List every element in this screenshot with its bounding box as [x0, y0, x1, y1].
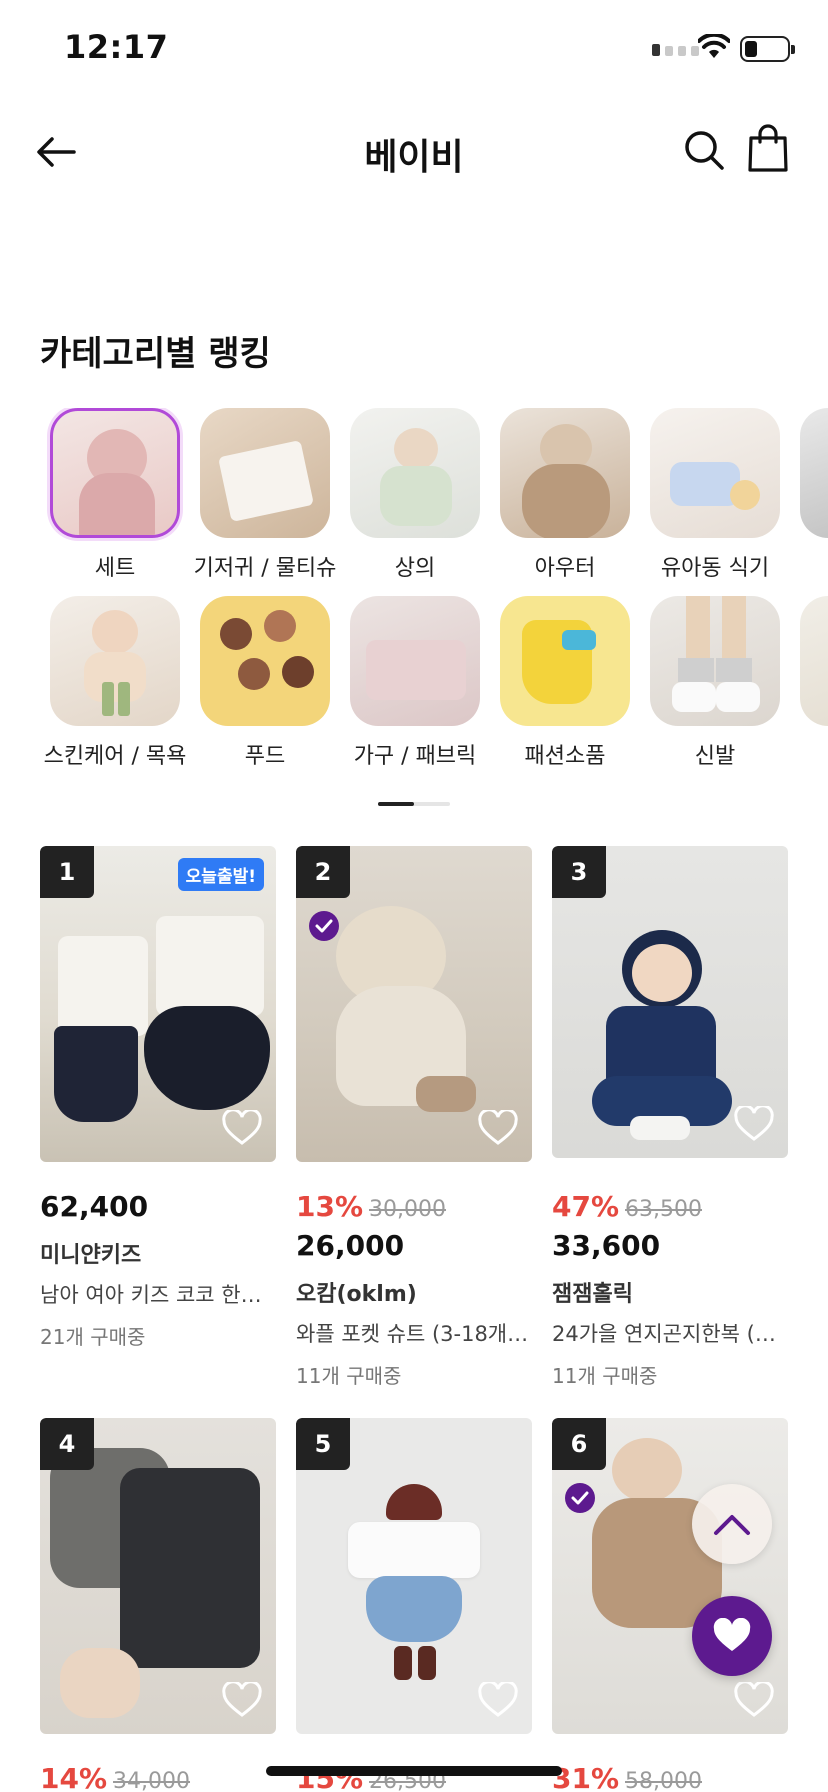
heart-icon[interactable]: [734, 1682, 774, 1718]
battery-icon: [740, 36, 795, 62]
verified-icon: [309, 911, 339, 941]
category-label: 가구 / 패브릭: [353, 744, 477, 769]
product-image: 2: [296, 846, 532, 1162]
category-label: 스킨케어 / 목욕: [43, 744, 187, 769]
category-image: [200, 408, 330, 538]
category-image: [50, 408, 180, 538]
category-item-partial[interactable]: [790, 408, 828, 538]
category-image: [650, 408, 780, 538]
verified-icon: [565, 1483, 595, 1513]
rank-badge: 6: [552, 1418, 606, 1470]
product-image: 3: [552, 846, 788, 1158]
category-label: 유아동 식기: [660, 556, 770, 581]
category-item-food[interactable]: 푸드: [190, 596, 340, 770]
category-image: [350, 408, 480, 538]
product-brand: 잼잼홀릭: [552, 1282, 633, 1307]
category-item-partial[interactable]: [790, 596, 828, 726]
rank-badge: 4: [40, 1418, 94, 1470]
same-day-shipping-badge: 오늘출발!: [177, 858, 264, 891]
discount-rate: 14%: [40, 1762, 108, 1792]
category-label: 상의: [394, 556, 436, 581]
purchase-count: 21개 구매중: [40, 1325, 146, 1349]
category-item-tops[interactable]: 상의: [340, 408, 490, 582]
scroll-to-top-button[interactable]: [692, 1484, 772, 1564]
category-image: [500, 408, 630, 538]
category-label: 신발: [694, 744, 736, 769]
product-name: 24가을 연지곤지한복 (베이비): [552, 1322, 788, 1346]
status-bar: 12:17: [0, 0, 828, 100]
discount-rate: 13%: [296, 1190, 364, 1223]
category-item-diaper[interactable]: 기저귀 / 물티슈: [190, 408, 340, 582]
heart-filled-icon: [713, 1618, 751, 1651]
category-item-furniture[interactable]: 가구 / 패브릭: [340, 596, 490, 770]
favorites-button[interactable]: [692, 1596, 772, 1676]
category-label: 세트: [94, 556, 136, 581]
discount-rate: 47%: [552, 1190, 620, 1223]
original-price: 63,500: [625, 1197, 703, 1222]
category-label: 패션소품: [524, 744, 606, 769]
heart-icon[interactable]: [222, 1110, 262, 1146]
category-item-set[interactable]: 세트: [40, 408, 190, 582]
category-image: [200, 596, 330, 726]
product-card-3[interactable]: 3 47% 63,500 33,600 잼잼홀릭 24가을 연지곤지한복 (베이…: [552, 846, 788, 1389]
product-price: 62,400: [40, 1190, 149, 1223]
status-time: 12:17: [64, 28, 169, 66]
rank-badge: 3: [552, 846, 606, 898]
carousel-page-indicator: [378, 802, 450, 806]
purchase-count: 11개 구매중: [552, 1364, 658, 1388]
shopping-bag-icon[interactable]: [746, 124, 790, 174]
product-image: 4: [40, 1418, 276, 1734]
category-label: 푸드: [244, 744, 286, 769]
original-price: 58,000: [625, 1769, 703, 1792]
heart-icon[interactable]: [478, 1682, 518, 1718]
discount-rate: 31%: [552, 1762, 620, 1792]
product-card-2[interactable]: 2 13% 30,000 26,000 오캄(oklm) 와플 포켓 슈트 (3…: [296, 846, 532, 1389]
category-label: 아우터: [534, 556, 596, 581]
heart-icon[interactable]: [222, 1682, 262, 1718]
category-item-fashion-accessories[interactable]: 패션소품: [490, 596, 640, 770]
category-image: [650, 596, 780, 726]
product-brand: 오캄(oklm): [296, 1282, 417, 1307]
search-icon[interactable]: [682, 128, 726, 172]
product-image: 6: [552, 1418, 788, 1734]
category-image: [350, 596, 480, 726]
original-price: 34,000: [113, 1769, 191, 1792]
product-brand: 미니얀키즈: [40, 1243, 142, 1268]
product-price: 26,000: [296, 1229, 405, 1262]
product-card-4[interactable]: 4 14% 34,000: [40, 1418, 276, 1792]
rank-badge: 2: [296, 846, 350, 898]
category-image: [800, 408, 828, 538]
product-image: 1 오늘출발!: [40, 846, 276, 1162]
product-name: 남아 여아 키즈 코코 한복 세트: [40, 1283, 276, 1307]
chevron-up-icon: [714, 1515, 750, 1535]
product-image: 5: [296, 1418, 532, 1734]
category-item-shoes[interactable]: 신발: [640, 596, 790, 770]
product-price: 33,600: [552, 1229, 661, 1262]
category-image: [500, 596, 630, 726]
category-carousel[interactable]: 세트 기저귀 / 물티슈 상의 아우터 유아동 식기 스킨케어 / 목욕 푸드 …: [40, 408, 828, 778]
home-indicator: [266, 1766, 562, 1776]
purchase-count: 11개 구매중: [296, 1364, 402, 1388]
category-item-tableware[interactable]: 유아동 식기: [640, 408, 790, 582]
category-label: 기저귀 / 물티슈: [193, 556, 337, 581]
heart-icon[interactable]: [734, 1106, 774, 1142]
category-image: [800, 596, 828, 726]
cellular-signal-icon: [652, 44, 699, 56]
nav-header: 베이비: [0, 112, 828, 192]
wifi-icon: [698, 34, 730, 58]
product-card-1[interactable]: 1 오늘출발! 62,400 미니얀키즈 남아 여아 키즈 코코 한복 세트 2…: [40, 846, 276, 1350]
original-price: 30,000: [369, 1197, 447, 1222]
category-image: [50, 596, 180, 726]
product-name: 와플 포켓 슈트 (3-18개월): [296, 1322, 532, 1346]
product-card-5[interactable]: 5 15% 26,500: [296, 1418, 532, 1792]
section-title-category-ranking: 카테고리별 랭킹: [40, 334, 271, 374]
category-item-outer[interactable]: 아우터: [490, 408, 640, 582]
heart-icon[interactable]: [478, 1110, 518, 1146]
rank-badge: 1: [40, 846, 94, 898]
rank-badge: 5: [296, 1418, 350, 1470]
category-item-skincare[interactable]: 스킨케어 / 목욕: [40, 596, 190, 770]
